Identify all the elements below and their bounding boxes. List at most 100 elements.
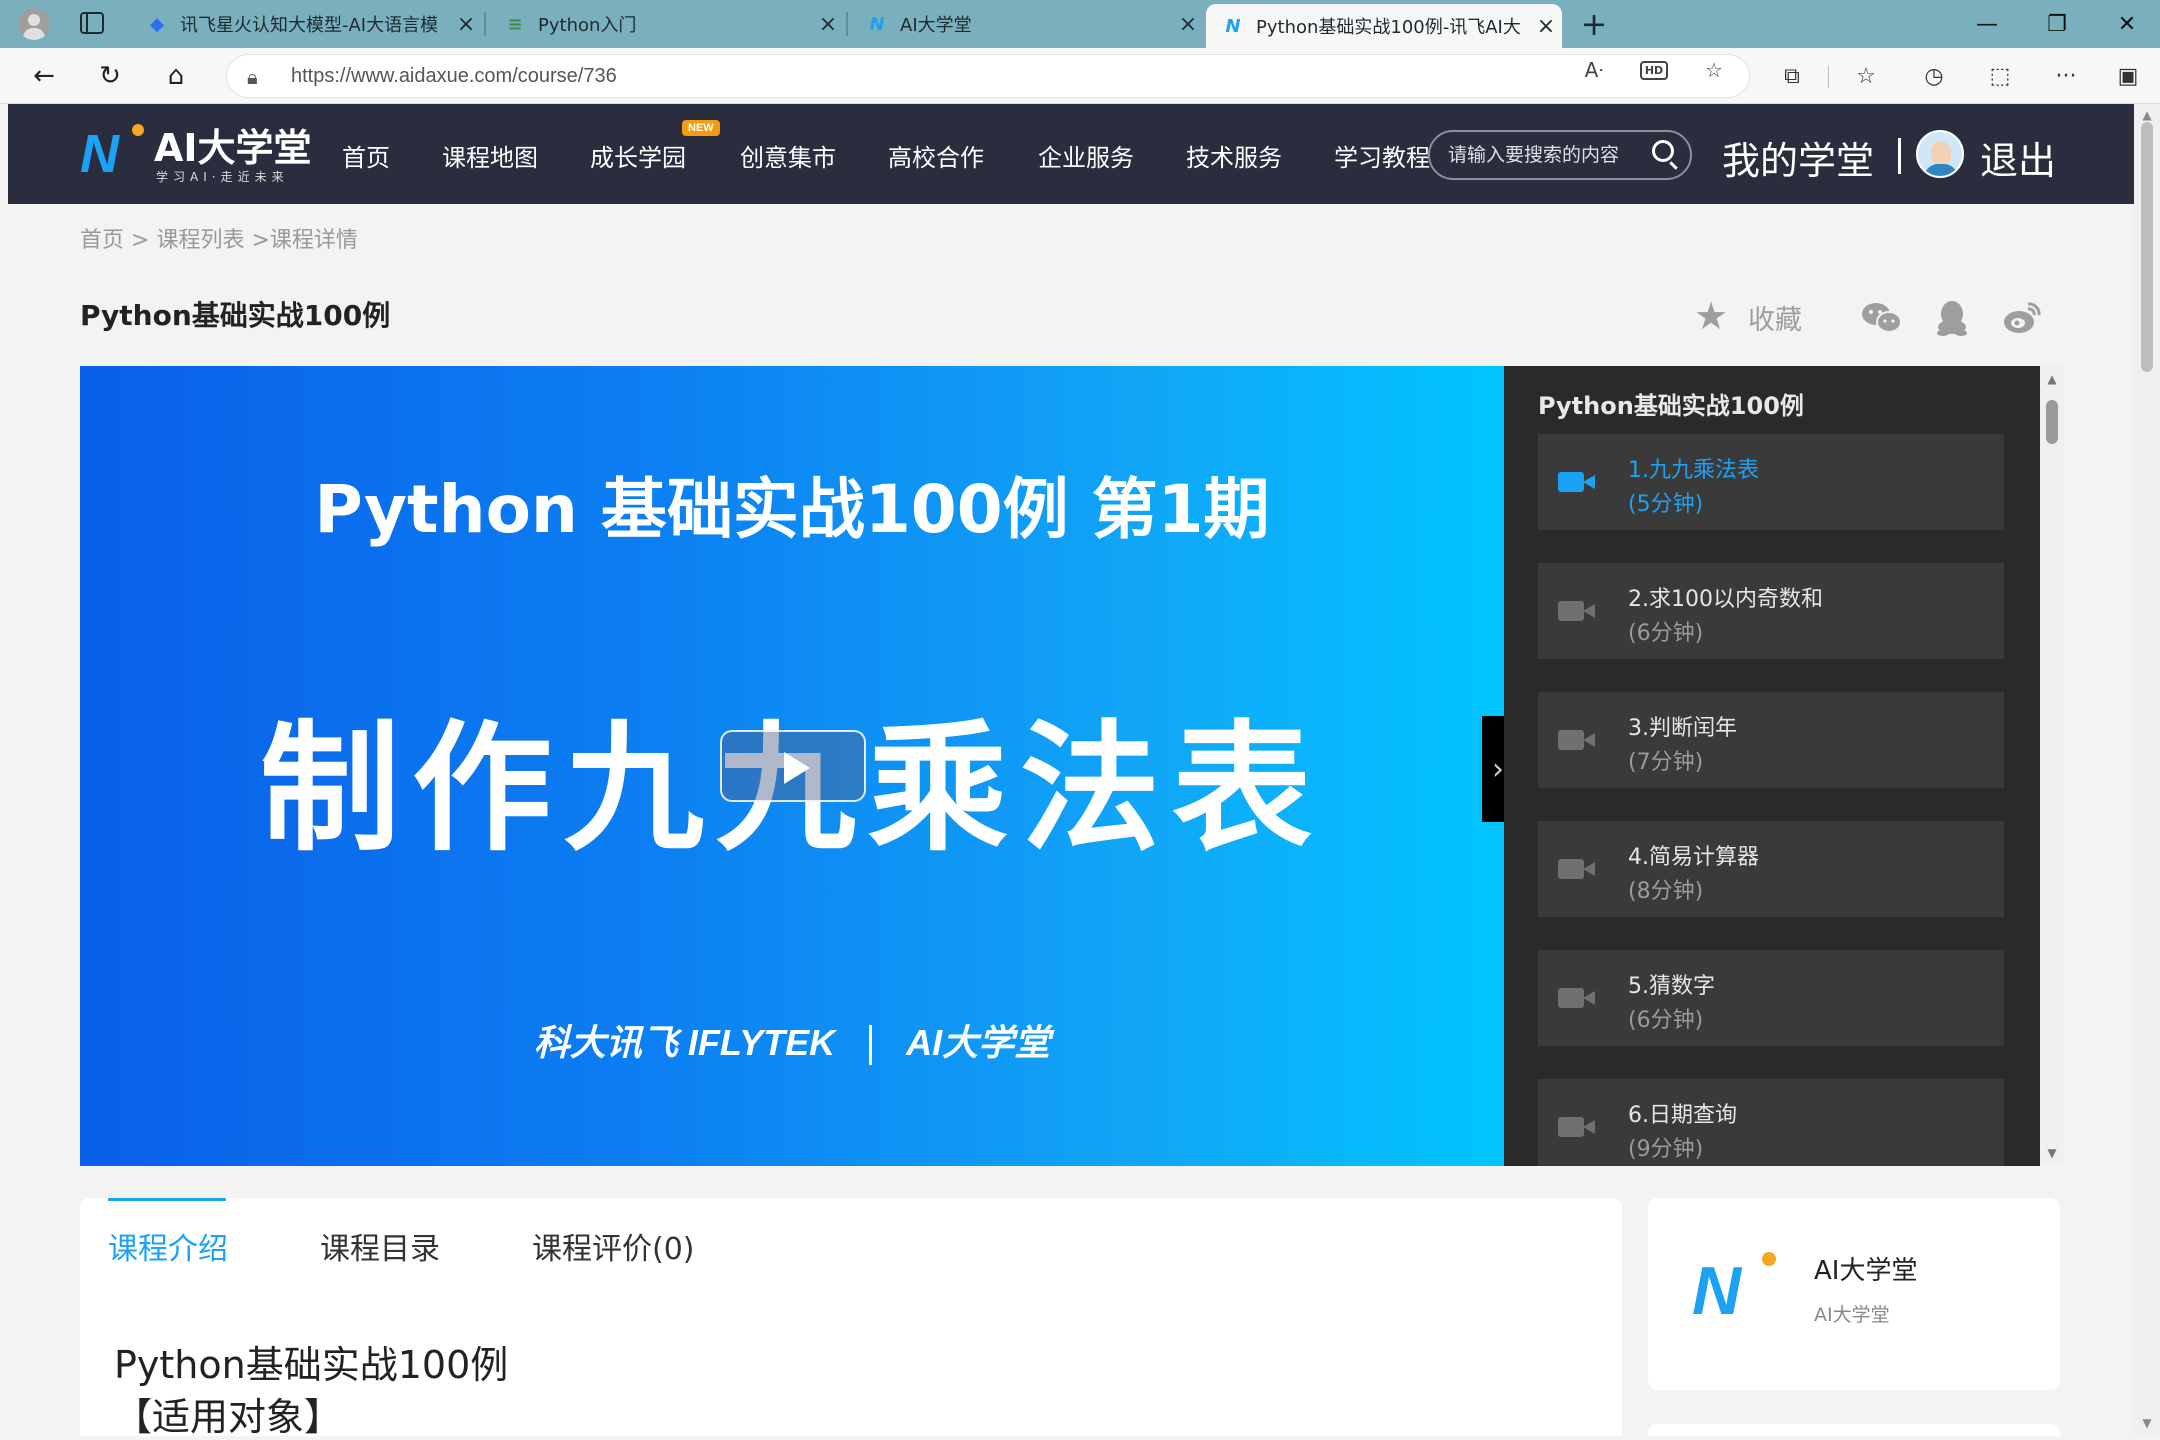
extensions-icon[interactable]: ⧉ <box>1772 60 1812 92</box>
browser-tab-4-active[interactable]: N Python基础实战100例-讯飞AI大 × <box>1206 4 1562 48</box>
new-badge: NEW <box>682 120 720 136</box>
logo-dot <box>132 124 144 136</box>
scroll-down-icon[interactable]: ▼ <box>2134 1416 2160 1430</box>
profile-icon[interactable] <box>18 8 50 40</box>
refresh-icon[interactable]: ↻ <box>88 56 132 96</box>
aidaxue-video-logo: AI大学堂 <box>906 1022 1051 1063</box>
nav-university[interactable]: 高校合作 <box>888 138 984 173</box>
scroll-up-icon[interactable]: ▲ <box>2040 372 2064 386</box>
hd-icon[interactable]: HD <box>1636 56 1672 84</box>
tab-course-review[interactable]: 课程评价(0) <box>532 1224 695 1268</box>
logout-link[interactable]: 退出 <box>1980 130 2056 185</box>
back-icon[interactable]: ← <box>22 56 66 96</box>
favorites-icon[interactable]: ☆ <box>1846 60 1886 92</box>
playlist-item[interactable]: 4.简易计算器 (8分钟) <box>1538 821 2004 917</box>
favorite-label[interactable]: 收藏 <box>1748 298 1802 337</box>
playlist-panel: Python基础实战100例 1.九九乘法表 (5分钟) 2.求100以内奇数和… <box>1504 366 2040 1166</box>
history-icon[interactable]: ◷ <box>1914 60 1954 92</box>
avatar-face <box>1931 141 1951 165</box>
side-card <box>1648 1424 2060 1436</box>
playlist-scroll-thumb[interactable] <box>2046 400 2058 444</box>
nav-enterprise[interactable]: 企业服务 <box>1038 138 1134 173</box>
course-content-card: 课程介绍 课程目录 课程评价(0) Python基础实战100例 【适用对象】 <box>80 1198 1622 1436</box>
breadcrumb-list[interactable]: 课程列表 <box>156 228 244 253</box>
minimize-icon[interactable]: — <box>1954 0 2020 48</box>
tab-actions-icon[interactable] <box>80 12 104 34</box>
lesson-duration: (5分钟) <box>1628 492 1704 517</box>
video-player: Python 基础实战100例 第1期 制作九九乘法表 科大讯飞 IFLYTEK… <box>80 366 2064 1166</box>
lesson-name: 5.猜数字 <box>1628 974 1715 999</box>
video-camera-icon <box>1558 1117 1595 1137</box>
avatar[interactable] <box>1916 130 1964 178</box>
nav-course-map[interactable]: 课程地图 <box>442 138 538 173</box>
close-tab-icon[interactable]: × <box>1530 14 1562 39</box>
page-scroll-thumb[interactable] <box>2141 122 2153 372</box>
address-bar[interactable]: 🔒︎ https://www.aidaxue.com/course/736 <box>226 54 1750 98</box>
weibo-share-icon[interactable] <box>2000 296 2044 340</box>
iflytek-logo: 科大讯飞 IFLYTEK <box>533 1022 836 1063</box>
breadcrumb-sep: > <box>131 228 150 253</box>
video-camera-icon <box>1558 988 1595 1008</box>
favorite-star-icon[interactable]: ★ <box>1694 294 1728 338</box>
lesson-duration: (7分钟) <box>1628 750 1704 775</box>
logo-mark-icon: N <box>80 124 119 184</box>
aidaxue-favicon-icon: N <box>1225 15 1241 37</box>
search-icon[interactable] <box>1652 140 1674 162</box>
page-scrollbar[interactable]: ▲ ▼ <box>2134 104 2160 1436</box>
browser-tab-3[interactable]: N AI大学堂 × <box>850 0 1204 48</box>
close-tab-icon[interactable]: × <box>812 12 844 37</box>
restore-icon[interactable]: ❐ <box>2024 0 2090 48</box>
page-title: Python基础实战100例 <box>80 299 391 332</box>
close-tab-icon[interactable]: × <box>450 12 482 37</box>
search-input[interactable] <box>1448 142 1648 168</box>
playlist-scrollbar[interactable]: ▲ ▼ <box>2040 366 2064 1166</box>
new-tab-icon[interactable]: + <box>1574 4 1614 44</box>
sidebar-toggle-icon[interactable]: ▣ <box>2108 60 2148 92</box>
tab-course-intro[interactable]: 课程介绍 <box>108 1224 228 1268</box>
playlist-item[interactable]: 6.日期查询 (9分钟) <box>1538 1079 2004 1166</box>
nav-growth-garden[interactable]: 成长学园 <box>590 138 686 173</box>
playlist-item[interactable]: 1.九九乘法表 (5分钟) <box>1538 434 2004 530</box>
playlist-item[interactable]: 2.求100以内奇数和 (6分钟) <box>1538 563 2004 659</box>
breadcrumb-sep: > <box>251 228 270 253</box>
browser-tab-1[interactable]: ◆ 讯飞星火认知大模型-AI大语言模 × <box>130 0 482 48</box>
playlist-title: Python基础实战100例 <box>1538 392 1804 420</box>
lock-icon[interactable]: 🔒︎ <box>247 65 258 89</box>
tab-course-catalog[interactable]: 课程目录 <box>320 1224 440 1268</box>
screenshot-icon[interactable]: ⬚ <box>1980 60 2020 92</box>
wechat-share-icon[interactable] <box>1860 296 1904 340</box>
home-icon[interactable]: ⌂ <box>154 56 198 96</box>
browser-tab-2[interactable]: ≡ Python入门 × <box>488 0 844 48</box>
close-tab-icon[interactable]: × <box>1172 12 1204 37</box>
scroll-up-icon[interactable]: ▲ <box>2134 108 2160 122</box>
nav-tutorials[interactable]: 学习教程 <box>1334 138 1430 173</box>
video-camera-icon <box>1558 859 1595 879</box>
more-icon[interactable]: ··· <box>2046 60 2086 92</box>
playlist-item[interactable]: 5.猜数字 (6分钟) <box>1538 950 2004 1046</box>
qq-share-icon[interactable] <box>1930 296 1974 340</box>
playlist-item[interactable]: 3.判断闰年 (7分钟) <box>1538 692 2004 788</box>
video-subtitle: Python 基础实战100例 第1期 <box>314 471 1270 548</box>
close-window-icon[interactable]: ✕ <box>2094 0 2160 48</box>
lesson-duration: (9分钟) <box>1628 1137 1704 1162</box>
site-search[interactable] <box>1428 130 1692 180</box>
lesson-name: 3.判断闰年 <box>1628 716 1737 741</box>
play-button[interactable] <box>720 730 866 802</box>
lesson-name: 2.求100以内奇数和 <box>1628 587 1823 612</box>
read-aloud-icon[interactable]: Aᐧ <box>1576 56 1612 84</box>
video-screen[interactable]: Python 基础实战100例 第1期 制作九九乘法表 科大讯飞 IFLYTEK… <box>80 366 1504 1166</box>
url-text[interactable]: https://www.aidaxue.com/course/736 <box>291 65 617 88</box>
author-name[interactable]: AI大学堂 <box>1814 1250 1917 1287</box>
site-logo[interactable]: N AI大学堂 学习AI·走近未来 <box>80 122 320 186</box>
favorite-star-icon[interactable]: ☆ <box>1696 56 1732 84</box>
nav-creative-market[interactable]: 创意集市 <box>740 138 836 173</box>
my-study-link[interactable]: 我的学堂 <box>1722 130 1874 185</box>
nav-tech-service[interactable]: 技术服务 <box>1186 138 1282 173</box>
toolbar-divider <box>1828 66 1829 88</box>
breadcrumb-home[interactable]: 首页 <box>80 228 124 253</box>
scroll-down-icon[interactable]: ▼ <box>2040 1146 2064 1160</box>
browser-tab-bar: ◆ 讯飞星火认知大模型-AI大语言模 × ≡ Python入门 × N AI大学… <box>0 0 2160 48</box>
author-logo[interactable]: N <box>1692 1250 1776 1330</box>
lesson-duration: (8分钟) <box>1628 879 1704 904</box>
nav-home[interactable]: 首页 <box>342 138 390 173</box>
